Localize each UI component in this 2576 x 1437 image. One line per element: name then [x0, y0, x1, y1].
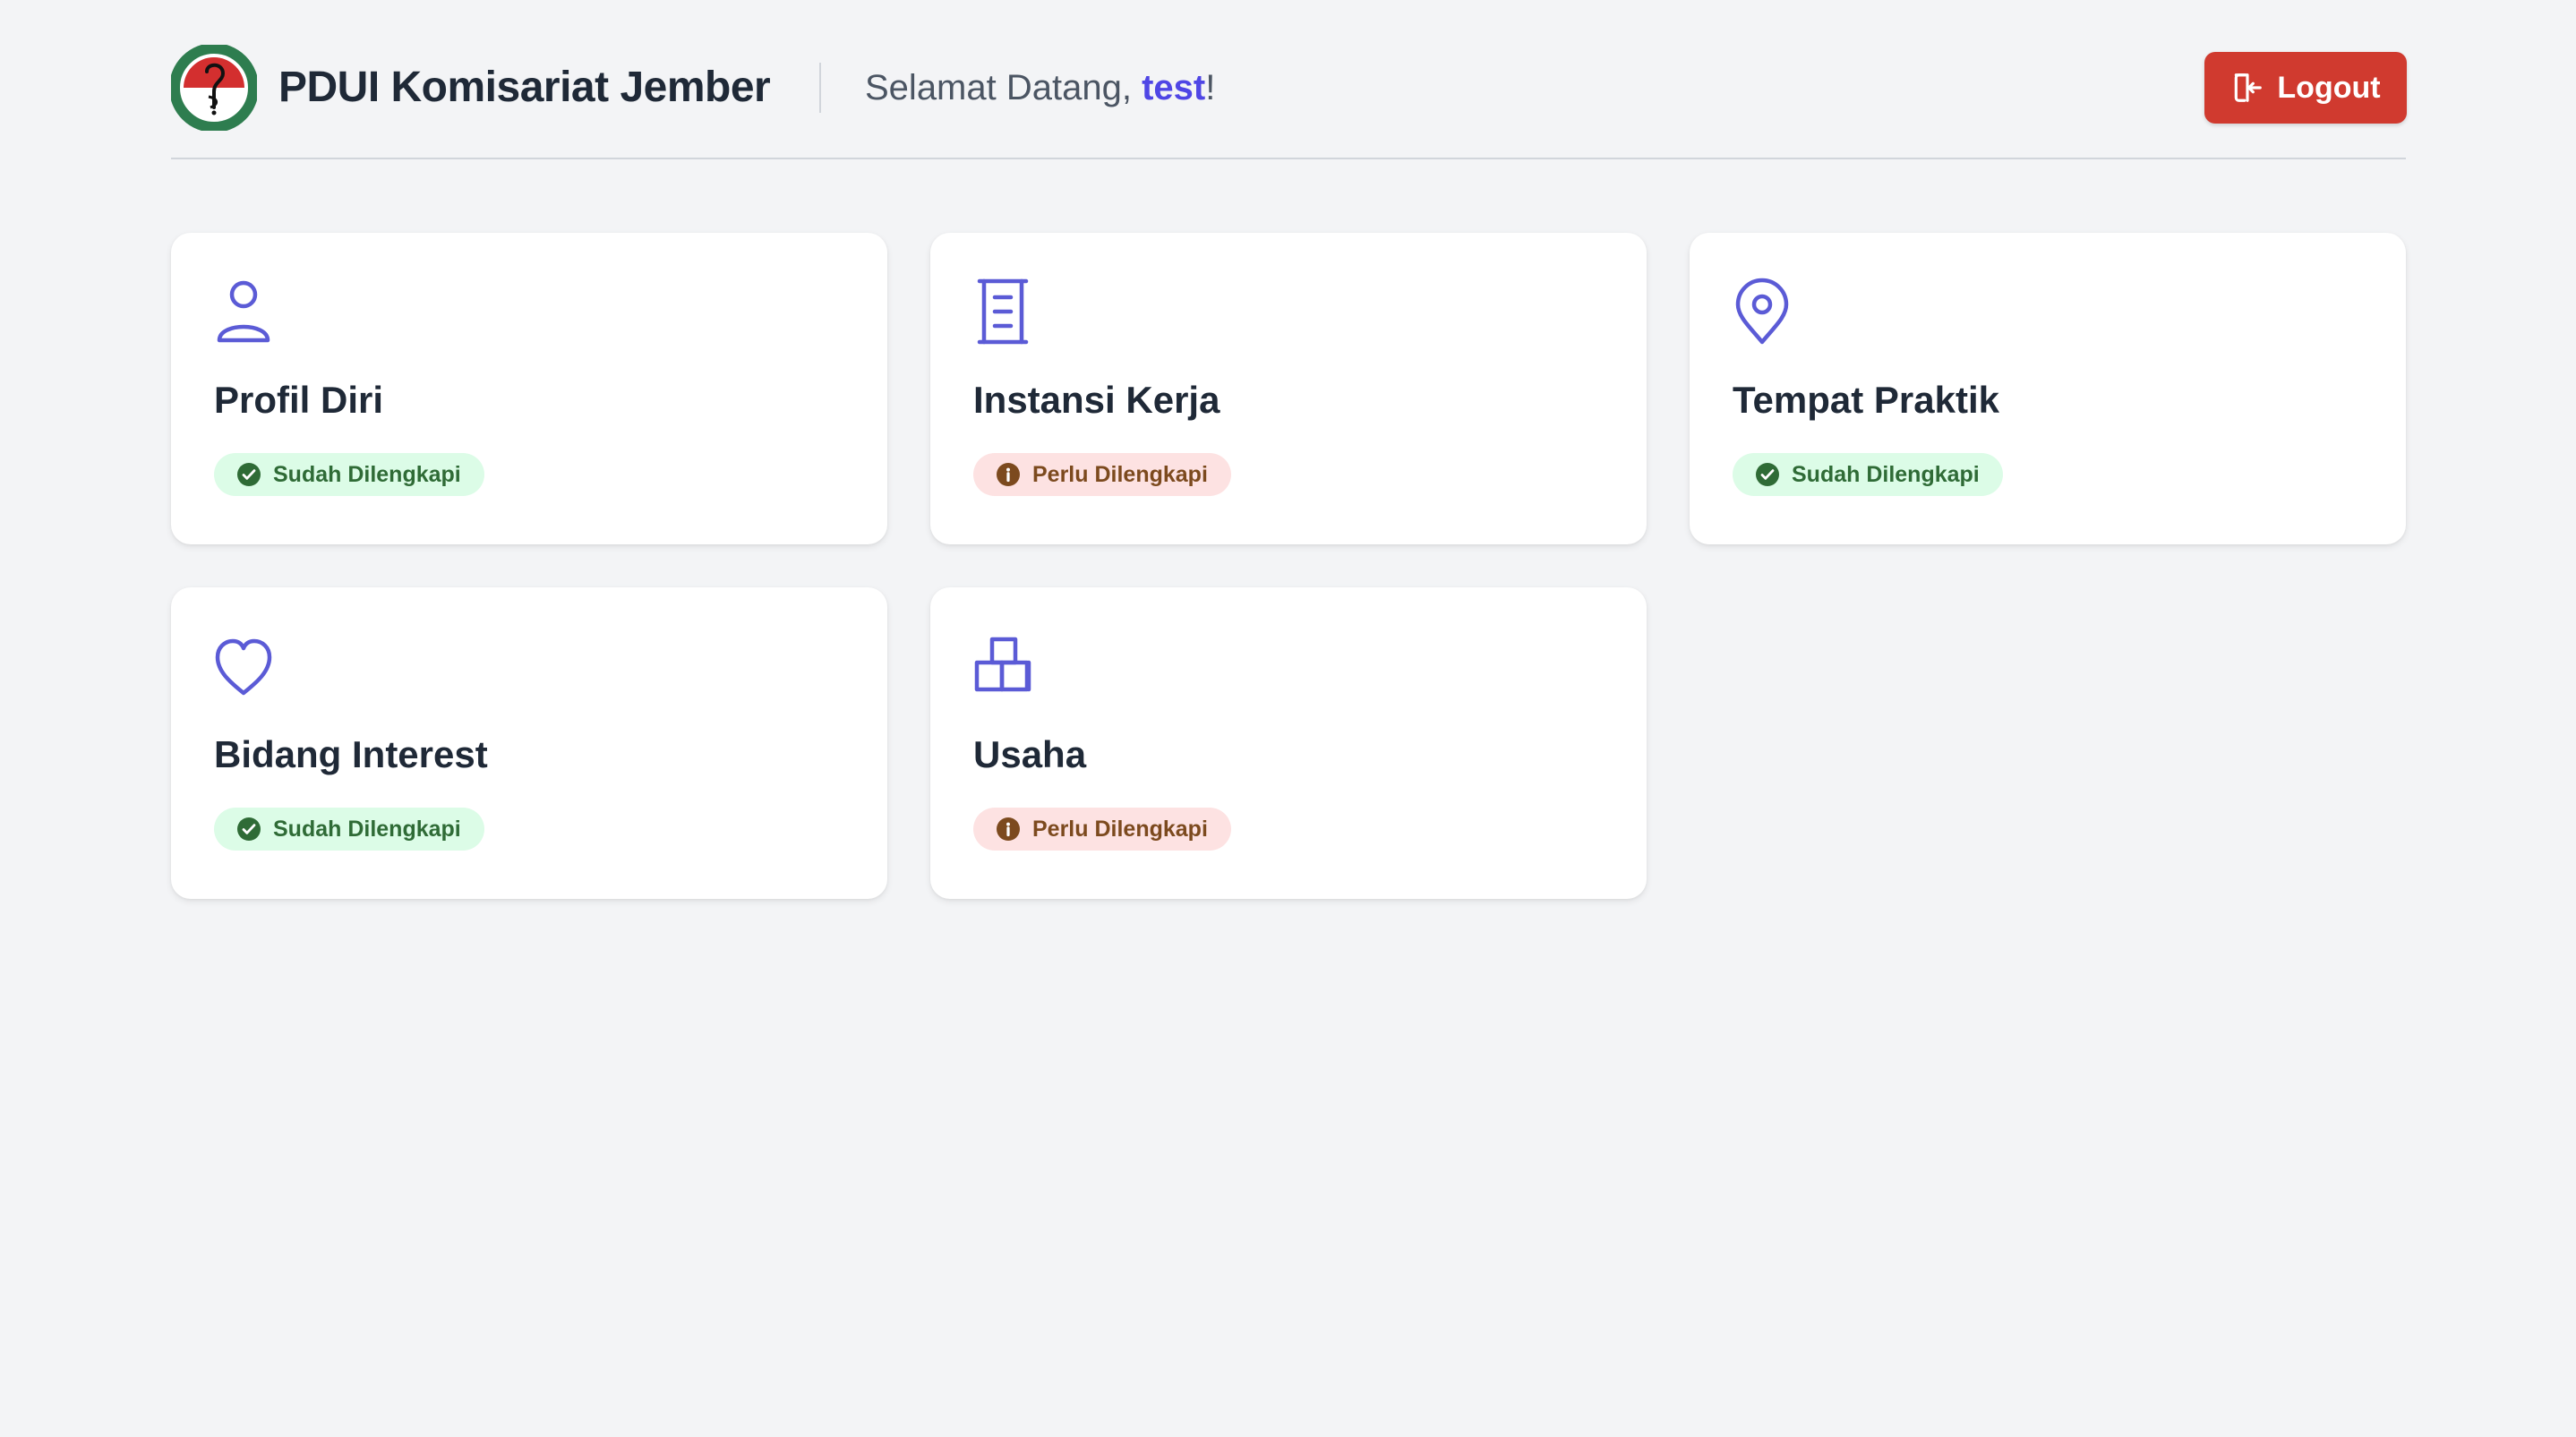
- status-badge: Sudah Dilengkapi: [214, 808, 484, 851]
- map-pin-icon: [1733, 278, 1792, 346]
- info-circle-icon: [997, 463, 1020, 486]
- status-badge: Perlu Dilengkapi: [973, 453, 1231, 496]
- header-divider: [819, 63, 821, 113]
- card-usaha[interactable]: Usaha Perlu Dilengkapi: [930, 587, 1647, 899]
- card-tempat-praktik[interactable]: Tempat Praktik Sudah Dilengkapi: [1690, 233, 2406, 544]
- user-icon: [214, 278, 273, 346]
- greeting-prefix: Selamat Datang,: [865, 68, 1143, 107]
- card-instansi-kerja[interactable]: Instansi Kerja Perlu Dilengkapi: [930, 233, 1647, 544]
- status-badge: Perlu Dilengkapi: [973, 808, 1231, 851]
- card-title: Instansi Kerja: [973, 379, 1220, 421]
- check-circle-icon: [1756, 463, 1779, 486]
- status-text: Perlu Dilengkapi: [1032, 816, 1208, 842]
- status-badge: Sudah Dilengkapi: [1733, 453, 2003, 496]
- greeting-suffix: !: [1205, 68, 1216, 107]
- check-circle-icon: [237, 817, 261, 841]
- page-header: PDUI Komisariat Jember Selamat Datang, t…: [169, 41, 2407, 159]
- card-profil-diri[interactable]: Profil Diri Sudah Dilengkapi: [171, 233, 887, 544]
- card-bidang-interest[interactable]: Bidang Interest Sudah Dilengkapi: [171, 587, 887, 899]
- card-title: Bidang Interest: [214, 733, 488, 775]
- welcome-message: Selamat Datang, test!: [865, 63, 1215, 113]
- building-icon: [973, 278, 1032, 346]
- card-title: Profil Diri: [214, 379, 384, 421]
- status-text: Sudah Dilengkapi: [273, 461, 461, 487]
- logout-label: Logout: [2277, 70, 2381, 105]
- username: test: [1142, 68, 1206, 107]
- logout-button[interactable]: Logout: [2204, 52, 2407, 124]
- status-text: Sudah Dilengkapi: [1792, 461, 1980, 487]
- check-circle-icon: [237, 463, 261, 486]
- info-circle-icon: [997, 817, 1020, 841]
- status-badge: Sudah Dilengkapi: [214, 453, 484, 496]
- heart-icon: [214, 632, 273, 700]
- pdui-logo: [169, 43, 259, 133]
- card-title: Tempat Praktik: [1733, 379, 1999, 421]
- status-text: Sudah Dilengkapi: [273, 816, 461, 842]
- card-title: Usaha: [973, 733, 1087, 775]
- app-title: PDUI Komisariat Jember: [278, 64, 771, 111]
- logout-icon: [2235, 73, 2263, 102]
- boxes-icon: [973, 632, 1032, 700]
- status-text: Perlu Dilengkapi: [1032, 461, 1208, 487]
